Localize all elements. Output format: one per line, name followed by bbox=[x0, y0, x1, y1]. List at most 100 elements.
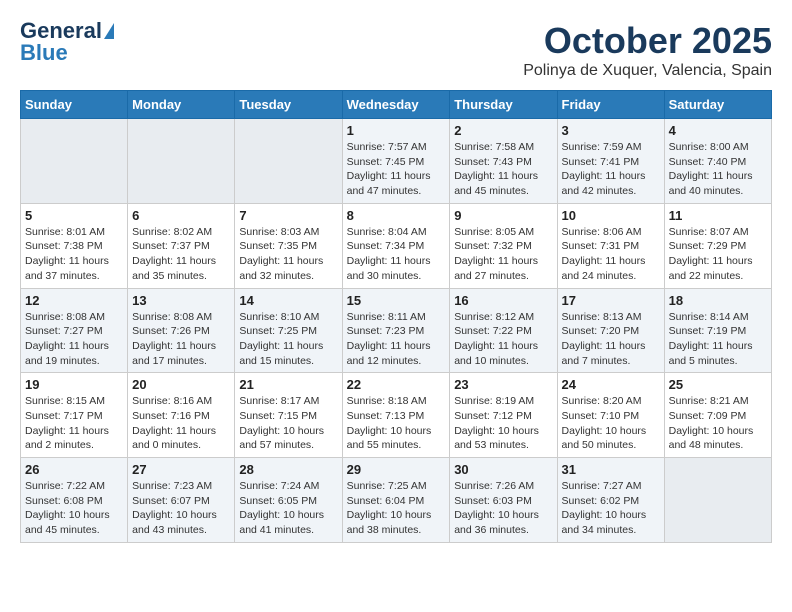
day-number: 28 bbox=[239, 462, 337, 477]
calendar-cell: 5 Sunrise: 8:01 AM Sunset: 7:38 PM Daylig… bbox=[21, 203, 128, 288]
day-number: 4 bbox=[669, 123, 767, 138]
day-info: Sunrise: 7:24 AM Sunset: 6:05 PM Dayligh… bbox=[239, 479, 337, 538]
column-header-saturday: Saturday bbox=[664, 91, 771, 119]
calendar-cell: 30 Sunrise: 7:26 AM Sunset: 6:03 PM Dayli… bbox=[450, 458, 557, 543]
calendar-cell: 17Sunrise: 8:13 AM Sunset: 7:20 PM Dayli… bbox=[557, 288, 664, 373]
calendar-cell: 4Sunrise: 8:00 AM Sunset: 7:40 PM Daylig… bbox=[664, 119, 771, 204]
day-info: Sunrise: 8:02 AM Sunset: 7:37 PM Dayligh… bbox=[132, 225, 230, 284]
calendar-cell: 2 Sunrise: 7:58 AM Sunset: 7:43 PM Daylig… bbox=[450, 119, 557, 204]
calendar-header-row: SundayMondayTuesdayWednesdayThursdayFrid… bbox=[21, 91, 772, 119]
calendar-cell: 3Sunrise: 7:59 AM Sunset: 7:41 PM Daylig… bbox=[557, 119, 664, 204]
day-number: 29 bbox=[347, 462, 446, 477]
day-number: 2 bbox=[454, 123, 552, 138]
calendar-cell: 31 Sunrise: 7:27 AM Sunset: 6:02 PM Dayli… bbox=[557, 458, 664, 543]
day-info: Sunrise: 8:04 AM Sunset: 7:34 PM Dayligh… bbox=[347, 225, 446, 284]
column-header-friday: Friday bbox=[557, 91, 664, 119]
day-info: Sunrise: 7:22 AM Sunset: 6:08 PM Dayligh… bbox=[25, 479, 123, 538]
day-number: 6 bbox=[132, 208, 230, 223]
day-number: 21 bbox=[239, 377, 337, 392]
logo: General Blue bbox=[20, 20, 114, 64]
day-number: 15 bbox=[347, 293, 446, 308]
calendar-cell: 12Sunrise: 8:08 AM Sunset: 7:27 PM Dayli… bbox=[21, 288, 128, 373]
calendar-cell: 10 Sunrise: 8:06 AM Sunset: 7:31 PM Dayli… bbox=[557, 203, 664, 288]
day-number: 26 bbox=[25, 462, 123, 477]
day-info: Sunrise: 8:06 AM Sunset: 7:31 PM Dayligh… bbox=[562, 225, 660, 284]
calendar-cell: 18 Sunrise: 8:14 AM Sunset: 7:19 PM Dayli… bbox=[664, 288, 771, 373]
day-number: 14 bbox=[239, 293, 337, 308]
logo-general: General bbox=[20, 20, 102, 42]
day-info: Sunrise: 8:12 AM Sunset: 7:22 PM Dayligh… bbox=[454, 310, 552, 369]
day-number: 7 bbox=[239, 208, 337, 223]
day-number: 19 bbox=[25, 377, 123, 392]
day-number: 8 bbox=[347, 208, 446, 223]
column-header-monday: Monday bbox=[128, 91, 235, 119]
calendar-cell: 19 Sunrise: 8:15 AM Sunset: 7:17 PM Dayli… bbox=[21, 373, 128, 458]
calendar-cell: 27 Sunrise: 7:23 AM Sunset: 6:07 PM Dayli… bbox=[128, 458, 235, 543]
title-block: October 2025 Polinya de Xuquer, Valencia… bbox=[523, 20, 772, 80]
location-subtitle: Polinya de Xuquer, Valencia, Spain bbox=[523, 62, 772, 80]
calendar-cell: 14Sunrise: 8:10 AM Sunset: 7:25 PM Dayli… bbox=[235, 288, 342, 373]
calendar-cell bbox=[664, 458, 771, 543]
day-info: Sunrise: 7:27 AM Sunset: 6:02 PM Dayligh… bbox=[562, 479, 660, 538]
column-header-wednesday: Wednesday bbox=[342, 91, 450, 119]
calendar-week-row: 12Sunrise: 8:08 AM Sunset: 7:27 PM Dayli… bbox=[21, 288, 772, 373]
day-info: Sunrise: 8:17 AM Sunset: 7:15 PM Dayligh… bbox=[239, 394, 337, 453]
day-number: 18 bbox=[669, 293, 767, 308]
day-number: 11 bbox=[669, 208, 767, 223]
day-info: Sunrise: 8:01 AM Sunset: 7:38 PM Dayligh… bbox=[25, 225, 123, 284]
day-info: Sunrise: 8:19 AM Sunset: 7:12 PM Dayligh… bbox=[454, 394, 552, 453]
calendar-cell: 13 Sunrise: 8:08 AM Sunset: 7:26 PM Dayli… bbox=[128, 288, 235, 373]
page-header: General Blue October 2025 Polinya de Xuq… bbox=[20, 20, 772, 80]
day-number: 23 bbox=[454, 377, 552, 392]
day-info: Sunrise: 8:15 AM Sunset: 7:17 PM Dayligh… bbox=[25, 394, 123, 453]
calendar-cell bbox=[235, 119, 342, 204]
calendar-cell: 16 Sunrise: 8:12 AM Sunset: 7:22 PM Dayli… bbox=[450, 288, 557, 373]
day-number: 5 bbox=[25, 208, 123, 223]
calendar-cell: 1Sunrise: 7:57 AM Sunset: 7:45 PM Daylig… bbox=[342, 119, 450, 204]
calendar-week-row: 26 Sunrise: 7:22 AM Sunset: 6:08 PM Dayli… bbox=[21, 458, 772, 543]
logo-triangle-icon bbox=[104, 23, 114, 39]
day-number: 10 bbox=[562, 208, 660, 223]
calendar-cell: 22 Sunrise: 8:18 AM Sunset: 7:13 PM Dayli… bbox=[342, 373, 450, 458]
day-number: 25 bbox=[669, 377, 767, 392]
day-info: Sunrise: 8:20 AM Sunset: 7:10 PM Dayligh… bbox=[562, 394, 660, 453]
day-info: Sunrise: 7:23 AM Sunset: 6:07 PM Dayligh… bbox=[132, 479, 230, 538]
calendar-cell: 24 Sunrise: 8:20 AM Sunset: 7:10 PM Dayli… bbox=[557, 373, 664, 458]
day-number: 27 bbox=[132, 462, 230, 477]
calendar-week-row: 5 Sunrise: 8:01 AM Sunset: 7:38 PM Daylig… bbox=[21, 203, 772, 288]
day-info: Sunrise: 8:21 AM Sunset: 7:09 PM Dayligh… bbox=[669, 394, 767, 453]
day-number: 12 bbox=[25, 293, 123, 308]
day-number: 16 bbox=[454, 293, 552, 308]
day-info: Sunrise: 8:13 AM Sunset: 7:20 PM Dayligh… bbox=[562, 310, 660, 369]
day-number: 30 bbox=[454, 462, 552, 477]
column-header-sunday: Sunday bbox=[21, 91, 128, 119]
day-info: Sunrise: 8:18 AM Sunset: 7:13 PM Dayligh… bbox=[347, 394, 446, 453]
day-info: Sunrise: 7:58 AM Sunset: 7:43 PM Dayligh… bbox=[454, 140, 552, 199]
day-info: Sunrise: 8:03 AM Sunset: 7:35 PM Dayligh… bbox=[239, 225, 337, 284]
day-info: Sunrise: 8:08 AM Sunset: 7:26 PM Dayligh… bbox=[132, 310, 230, 369]
calendar-cell: 6 Sunrise: 8:02 AM Sunset: 7:37 PM Daylig… bbox=[128, 203, 235, 288]
day-number: 22 bbox=[347, 377, 446, 392]
column-header-tuesday: Tuesday bbox=[235, 91, 342, 119]
calendar-week-row: 1Sunrise: 7:57 AM Sunset: 7:45 PM Daylig… bbox=[21, 119, 772, 204]
month-title: October 2025 bbox=[523, 20, 772, 62]
day-info: Sunrise: 7:26 AM Sunset: 6:03 PM Dayligh… bbox=[454, 479, 552, 538]
day-info: Sunrise: 8:16 AM Sunset: 7:16 PM Dayligh… bbox=[132, 394, 230, 453]
logo-blue: Blue bbox=[20, 42, 68, 64]
calendar-cell: 11Sunrise: 8:07 AM Sunset: 7:29 PM Dayli… bbox=[664, 203, 771, 288]
day-info: Sunrise: 8:05 AM Sunset: 7:32 PM Dayligh… bbox=[454, 225, 552, 284]
day-number: 13 bbox=[132, 293, 230, 308]
day-info: Sunrise: 7:57 AM Sunset: 7:45 PM Dayligh… bbox=[347, 140, 446, 199]
column-header-thursday: Thursday bbox=[450, 91, 557, 119]
day-info: Sunrise: 7:25 AM Sunset: 6:04 PM Dayligh… bbox=[347, 479, 446, 538]
calendar-cell: 15 Sunrise: 8:11 AM Sunset: 7:23 PM Dayli… bbox=[342, 288, 450, 373]
calendar-cell bbox=[21, 119, 128, 204]
calendar-cell bbox=[128, 119, 235, 204]
calendar-cell: 7 Sunrise: 8:03 AM Sunset: 7:35 PM Daylig… bbox=[235, 203, 342, 288]
calendar-cell: 8 Sunrise: 8:04 AM Sunset: 7:34 PM Daylig… bbox=[342, 203, 450, 288]
day-number: 24 bbox=[562, 377, 660, 392]
day-info: Sunrise: 8:14 AM Sunset: 7:19 PM Dayligh… bbox=[669, 310, 767, 369]
day-info: Sunrise: 8:11 AM Sunset: 7:23 PM Dayligh… bbox=[347, 310, 446, 369]
calendar-week-row: 19 Sunrise: 8:15 AM Sunset: 7:17 PM Dayli… bbox=[21, 373, 772, 458]
day-number: 31 bbox=[562, 462, 660, 477]
